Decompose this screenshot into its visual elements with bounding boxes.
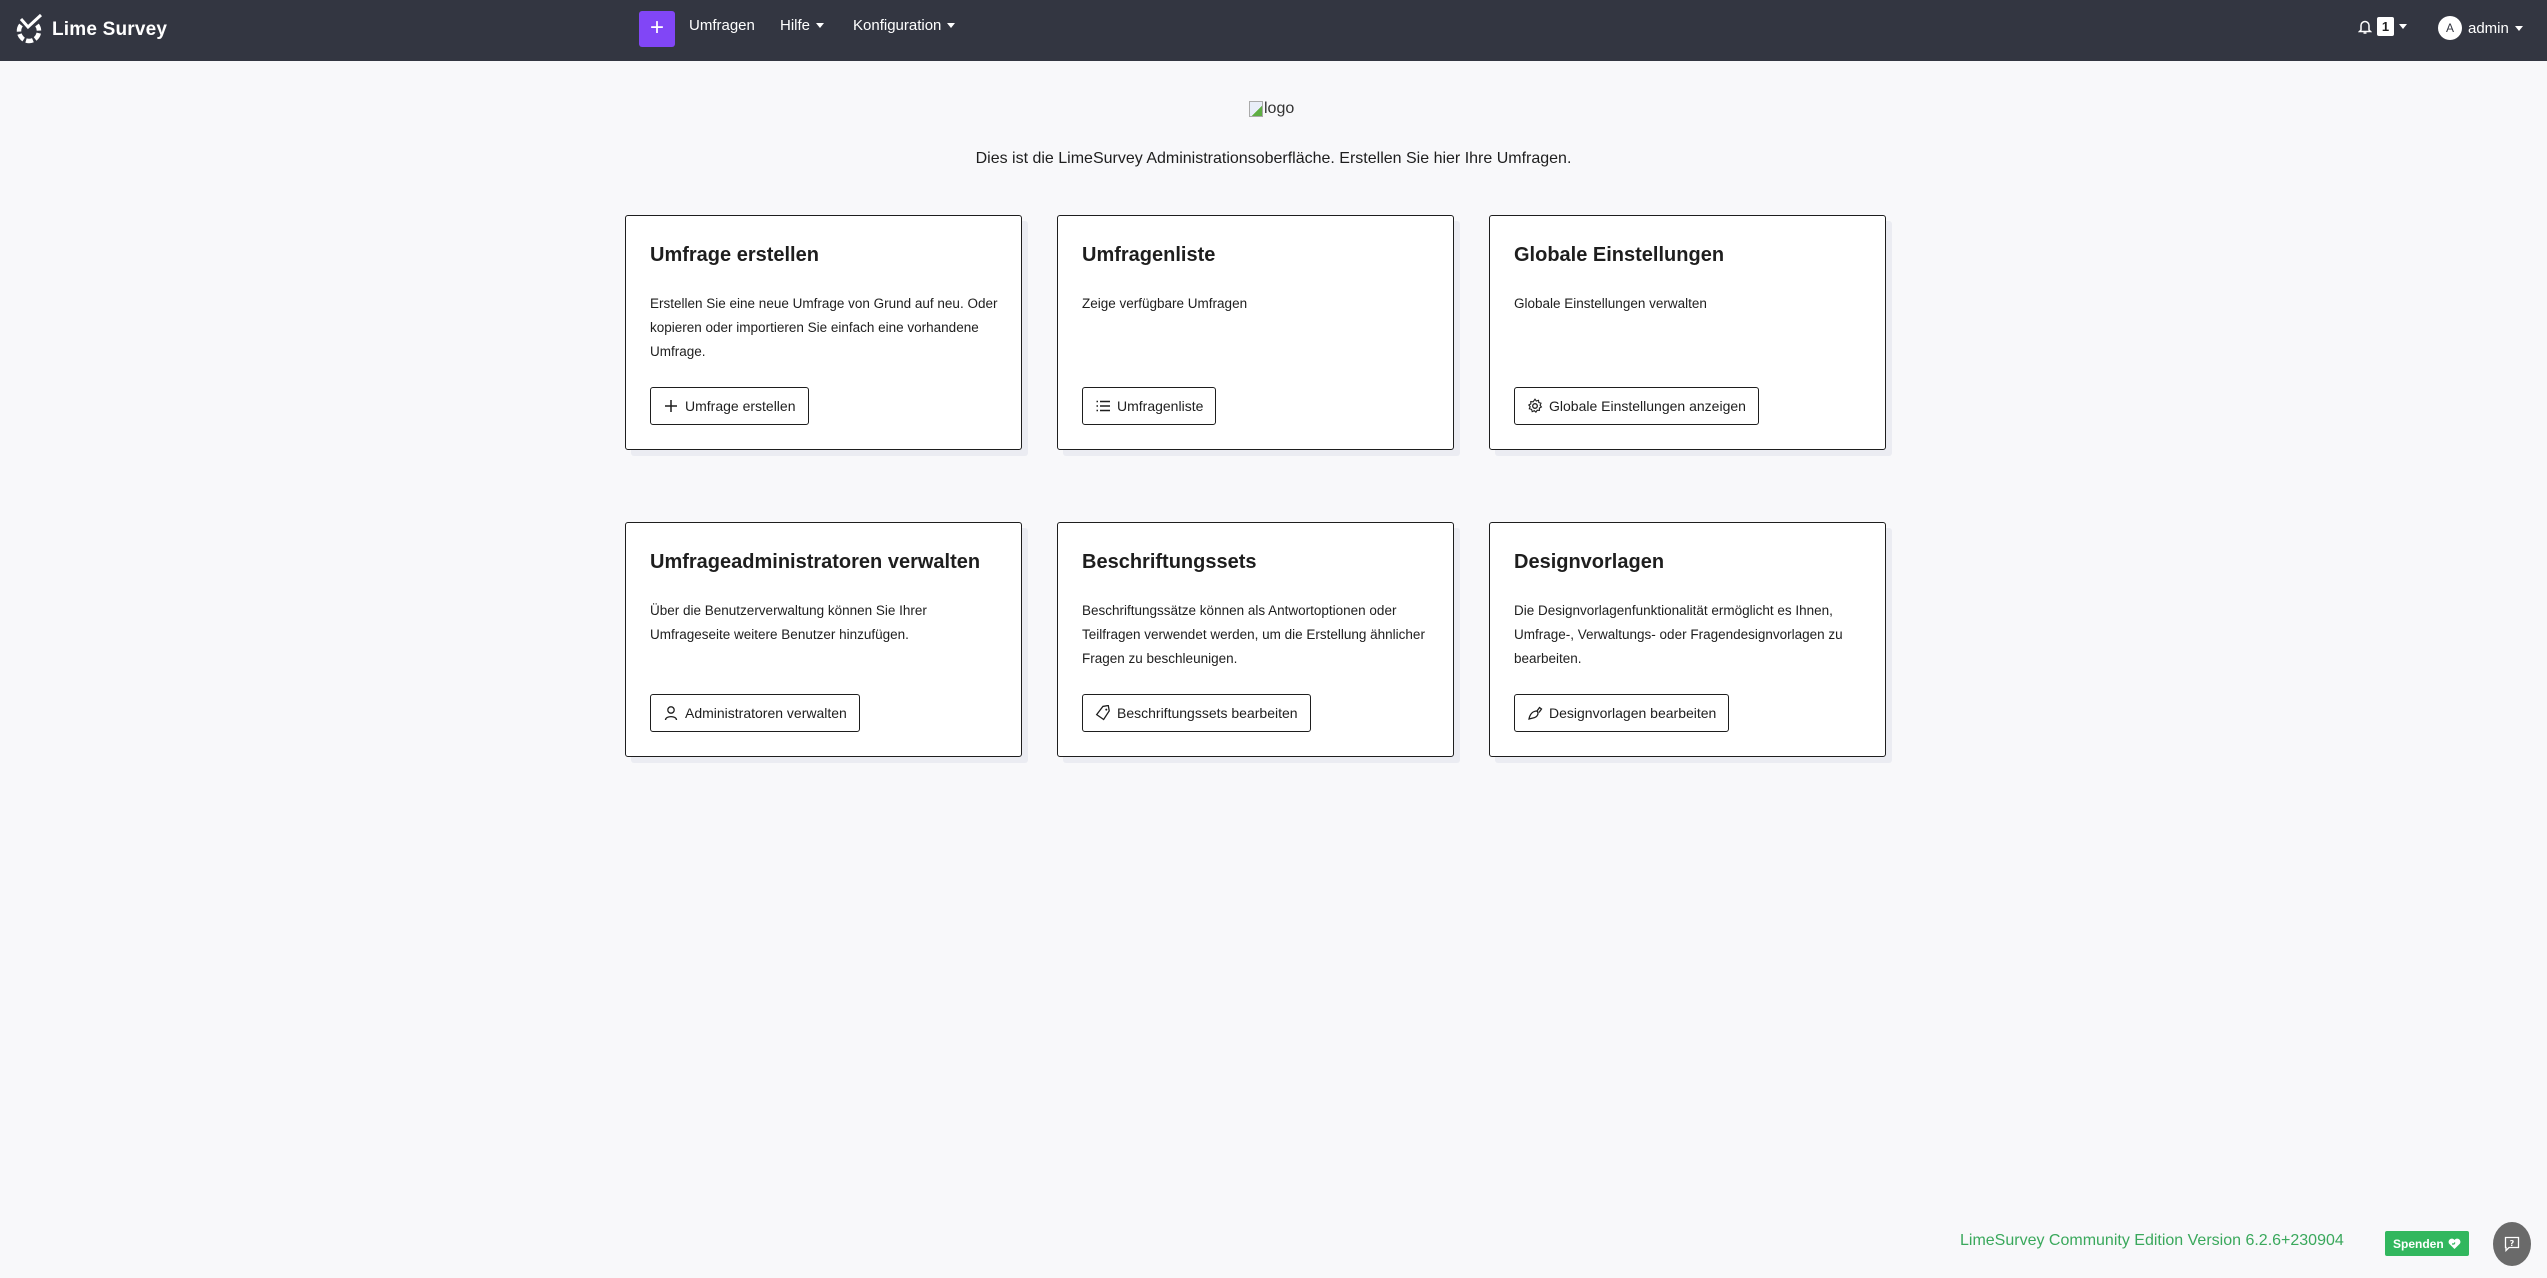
button-label: Umfragenliste: [1117, 398, 1204, 414]
user-icon: [664, 706, 678, 721]
card-title: Beschriftungssets: [1082, 551, 1257, 573]
limesurvey-logo-icon: [16, 13, 43, 44]
survey-list-button[interactable]: Umfragenliste: [1082, 387, 1217, 425]
user-name: admin: [2468, 19, 2509, 37]
card-survey-administrators: Umfrageadministratoren verwalten Über di…: [625, 522, 1022, 757]
avatar: A: [2438, 16, 2462, 40]
edit-label-sets-button[interactable]: Beschriftungssets bearbeiten: [1082, 694, 1311, 732]
gear-icon: [1527, 398, 1543, 414]
card-global-settings: Globale Einstellungen Globale Einstellun…: [1489, 215, 1886, 450]
card-description: Beschriftungssätze können als Antwortopt…: [1082, 603, 1425, 666]
card-description: Zeige verfügbare Umfragen: [1082, 296, 1248, 311]
nav-item-hilfe[interactable]: Hilfe: [780, 17, 825, 34]
create-survey-button[interactable]: Umfrage erstellen: [650, 387, 809, 425]
global-settings-button[interactable]: Globale Einstellungen anzeigen: [1514, 387, 1759, 425]
card-description: Die Designvorlagenfunktionalität ermögli…: [1514, 603, 1843, 666]
bell-icon: [2358, 20, 2372, 34]
card-title: Designvorlagen: [1514, 551, 1665, 573]
plus-icon: [665, 400, 677, 412]
caret-down-icon: [947, 23, 956, 28]
nav-item-umfragen[interactable]: Umfragen: [689, 17, 755, 34]
nav-item-konfiguration[interactable]: Konfiguration: [853, 17, 956, 34]
caret-down-icon: [2399, 24, 2407, 29]
card-themes: Designvorlagen Die Designvorlagenfunktio…: [1489, 522, 1886, 757]
user-menu-dropdown[interactable]: A admin: [2438, 16, 2523, 40]
card-title: Umfragenliste: [1082, 244, 1216, 266]
intro-text: Dies ist die LimeSurvey Administrationso…: [975, 150, 1572, 167]
nav-item-label: Konfiguration: [853, 17, 942, 34]
broken-image-icon: [1249, 101, 1263, 117]
card-create-survey: Umfrage erstellen Erstellen Sie eine neu…: [625, 215, 1022, 450]
button-label: Administratoren verwalten: [685, 705, 847, 721]
create-survey-plus-button[interactable]: +: [639, 11, 675, 47]
brush-icon: [1528, 706, 1543, 720]
card-description: Über die Benutzerverwaltung können Sie I…: [650, 603, 927, 642]
card-description: Erstellen Sie eine neue Umfrage von Grun…: [650, 296, 998, 359]
caret-down-icon: [2514, 25, 2523, 31]
broken-logo-image: logo: [1249, 100, 1294, 118]
version-link[interactable]: LimeSurvey Community Edition Version 6.2…: [1960, 1232, 2344, 1250]
edit-themes-button[interactable]: Designvorlagen bearbeiten: [1514, 694, 1730, 732]
notification-count-badge: 1: [2377, 17, 2394, 36]
help-chat-button[interactable]: ?: [2493, 1222, 2531, 1266]
donate-button[interactable]: Spenden: [2385, 1231, 2469, 1256]
card-survey-list: Umfragenliste Zeige verfügbare Umfragen …: [1057, 215, 1454, 450]
list-icon: [1096, 400, 1110, 412]
svg-text:?: ?: [2510, 1239, 2515, 1248]
card-title: Umfrage erstellen: [650, 244, 819, 266]
card-title: Umfrageadministratoren verwalten: [650, 551, 981, 573]
notifications-dropdown[interactable]: 1: [2358, 17, 2407, 36]
donate-label: Spenden: [2393, 1236, 2444, 1251]
button-label: Umfrage erstellen: [685, 398, 796, 414]
tag-icon: [1095, 705, 1110, 721]
logo-alt-text: logo: [1264, 100, 1295, 117]
heart-icon: [2448, 1238, 2461, 1249]
button-label: Designvorlagen bearbeiten: [1549, 705, 1717, 721]
brand-name: Lime Survey: [52, 19, 168, 40]
button-label: Globale Einstellungen anzeigen: [1549, 398, 1746, 414]
brand-logo-link[interactable]: Lime Survey: [12, 10, 167, 50]
manage-administrators-button[interactable]: Administratoren verwalten: [650, 694, 860, 732]
top-navbar: Lime Survey + Umfragen Hilfe Konfigurati…: [0, 0, 2547, 61]
button-label: Beschriftungssets bearbeiten: [1117, 705, 1298, 721]
card-description: Globale Einstellungen verwalten: [1514, 296, 1707, 311]
nav-item-label: Hilfe: [780, 17, 811, 34]
nav-item-label: Umfragen: [689, 17, 755, 34]
card-title: Globale Einstellungen: [1514, 244, 1725, 266]
caret-down-icon: [816, 23, 825, 28]
question-message-icon: ?: [2504, 1236, 2520, 1252]
card-label-sets: Beschriftungssets Beschriftungssätze kön…: [1057, 522, 1454, 757]
